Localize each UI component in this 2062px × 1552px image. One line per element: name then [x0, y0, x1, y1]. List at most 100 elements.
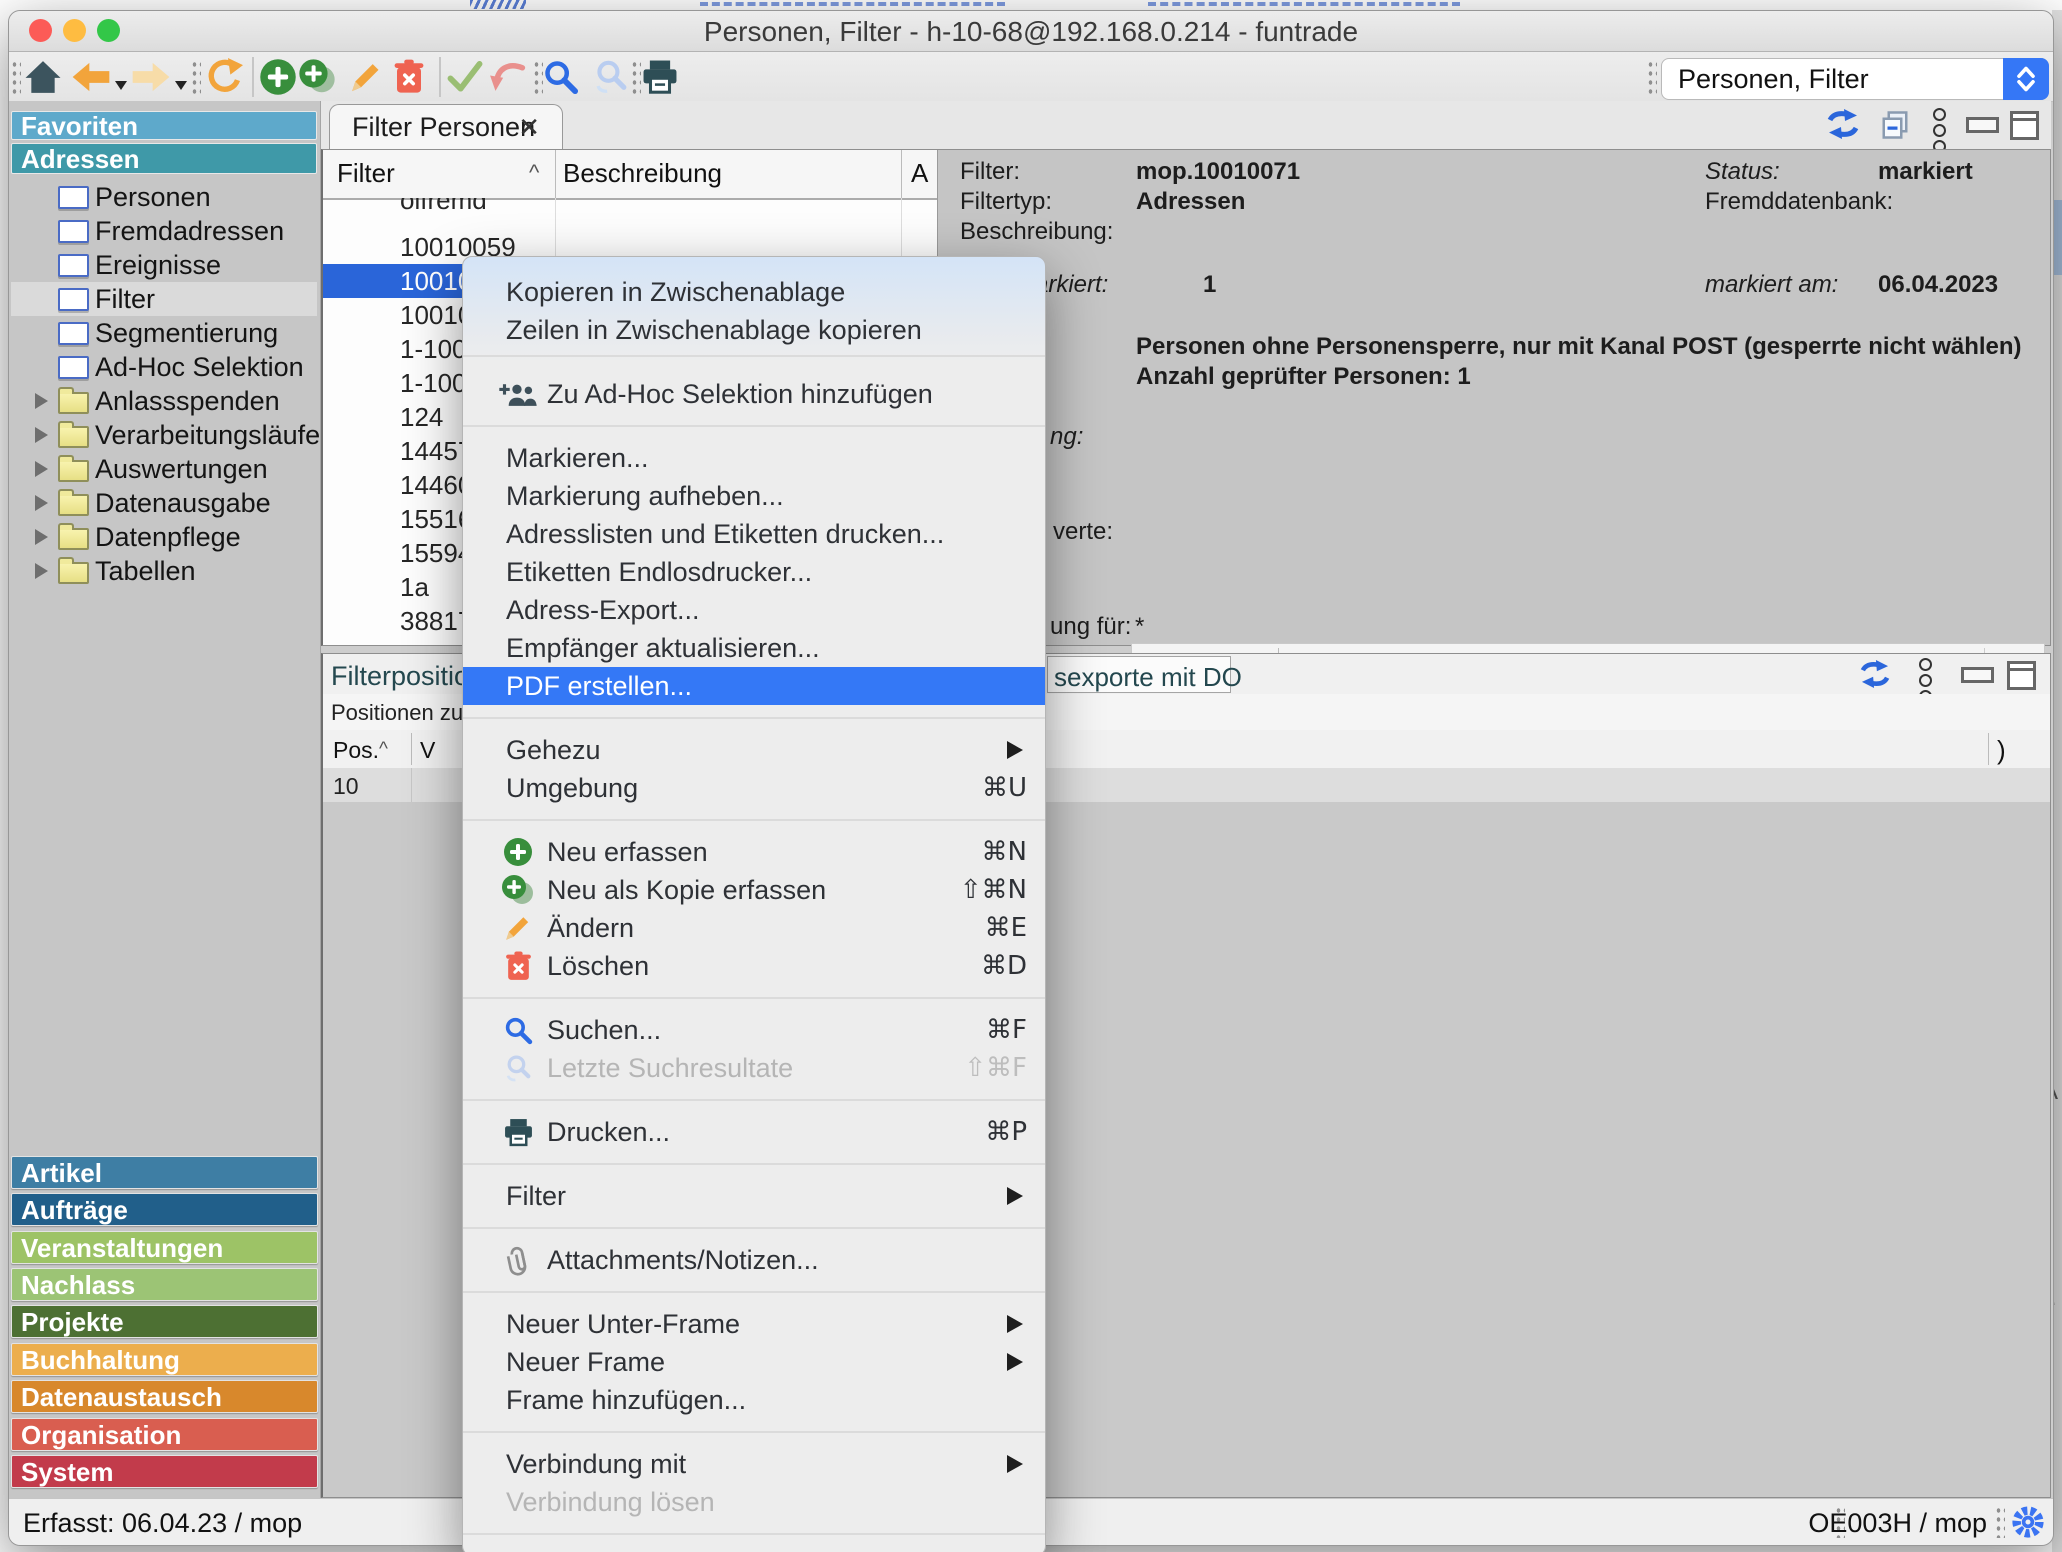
pane-duplicate-button[interactable] [1879, 110, 1911, 140]
pane-minimize-button[interactable] [1961, 667, 1994, 683]
sort-asc-icon[interactable]: ^ [529, 160, 539, 186]
column-divider[interactable] [411, 733, 412, 765]
print-button[interactable] [641, 56, 679, 98]
column-divider[interactable] [901, 150, 902, 198]
sort-asc-icon[interactable]: ^ [379, 739, 388, 761]
pane-refresh-button[interactable] [1858, 660, 1892, 688]
menu-item-drucken[interactable]: Drucken...⌘P [463, 1113, 1045, 1151]
menu-item-kopieren-in-zwischenablage[interactable]: Kopieren in Zwischenablage [463, 273, 1045, 311]
column-header-filter[interactable]: Filter [337, 158, 395, 189]
view-selector-stepper[interactable] [2003, 58, 2049, 100]
close-tab-icon[interactable]: ✕ [518, 105, 540, 150]
back-button[interactable] [71, 56, 127, 98]
sidebar-module-auftraege[interactable]: Aufträge [11, 1193, 318, 1226]
sidebar-module-system[interactable]: System [11, 1455, 318, 1488]
column-divider[interactable] [1988, 733, 1989, 765]
sidebar-item-verarbeitungslaeufe[interactable]: Verarbeitungsläufe [11, 418, 317, 452]
forward-history-dropdown-icon[interactable] [175, 81, 187, 90]
column-header-pos[interactable]: Pos. [333, 737, 379, 764]
sidebar-item-personen[interactable]: Personen [11, 180, 317, 214]
zoom-window-button[interactable] [97, 19, 120, 42]
new-as-copy-button[interactable] [297, 56, 337, 98]
sidebar-item-ad-hoc-selektion[interactable]: Ad-Hoc Selektion [11, 350, 317, 384]
menu-item-adresslisten-und-etiketten-drucken[interactable]: Adresslisten und Etiketten drucken... [463, 515, 1045, 553]
search-button[interactable] [543, 56, 579, 98]
sidebar-item-segmentierung[interactable]: Segmentierung [11, 316, 317, 350]
sidebar-module-buchhaltung[interactable]: Buchhaltung [11, 1343, 318, 1376]
sidebar-item-tabellen[interactable]: Tabellen [11, 554, 317, 588]
column-header-beschreibung[interactable]: Beschreibung [563, 158, 722, 189]
edit-button[interactable] [347, 56, 383, 98]
menu-item-neuer-unter-frame[interactable]: Neuer Unter-Frame [463, 1305, 1045, 1343]
menu-item-gehezu[interactable]: Gehezu [463, 731, 1045, 769]
menu-item-frame-hinzufuegen[interactable]: Frame hinzufügen... [463, 1381, 1045, 1419]
refresh-button[interactable] [205, 56, 243, 98]
disclosure-triangle-icon[interactable] [35, 427, 48, 443]
column-header-paren[interactable]: ) [1997, 735, 2006, 766]
disclosure-triangle-icon[interactable] [35, 461, 48, 477]
tab-filter-personen[interactable]: Filter Personen ✕ [329, 104, 563, 149]
bottom-right-tab[interactable]: sexporte mit DO [1047, 656, 1231, 693]
menu-item-neu-erfassen[interactable]: Neu erfassen⌘N [463, 833, 1045, 871]
undo-button[interactable] [487, 56, 527, 98]
menu-item-verbindung-loesen[interactable]: Verbindung lösen [463, 1483, 1045, 1521]
sidebar-section-favoriten[interactable]: Favoriten [11, 111, 317, 140]
menu-item-verbindung-mit[interactable]: Verbindung mit [463, 1445, 1045, 1483]
table-row[interactable]: oifremd [323, 198, 937, 229]
menu-item-zeilen-in-zwischenablage-kopieren[interactable]: Zeilen in Zwischenablage kopieren [463, 311, 1045, 349]
home-button[interactable] [23, 56, 63, 98]
menu-item-pdf-erstellen[interactable]: PDF erstellen... [463, 667, 1045, 705]
delete-button[interactable] [393, 56, 425, 98]
menu-item-markieren[interactable]: Markieren... [463, 439, 1045, 477]
settings-button[interactable] [2011, 1505, 2045, 1544]
menu-item-adress-export[interactable]: Adress-Export... [463, 591, 1045, 629]
sidebar-item-ereignisse[interactable]: Ereignisse [11, 248, 317, 282]
menu-item-markierung-aufheben[interactable]: Markierung aufheben... [463, 477, 1045, 515]
minimize-window-button[interactable] [63, 19, 86, 42]
sidebar-item-datenausgabe[interactable]: Datenausgabe [11, 486, 317, 520]
sidebar-module-artikel[interactable]: Artikel [11, 1156, 318, 1189]
disclosure-triangle-icon[interactable] [35, 495, 48, 511]
back-history-dropdown-icon[interactable] [115, 81, 127, 90]
title-bar[interactable]: Personen, Filter - h-10-68@192.168.0.214… [9, 11, 2053, 52]
menu-item-zu-ad-hoc-selektion-hinzufuegen[interactable]: Zu Ad-Hoc Selektion hinzufügen [463, 375, 1045, 413]
pane-minimize-button[interactable] [1966, 117, 1999, 133]
toolbar-drag-handle[interactable] [11, 60, 21, 94]
confirm-button[interactable] [447, 56, 483, 98]
sidebar-item-auswertungen[interactable]: Auswertungen [11, 452, 317, 486]
sidebar-section-adressen[interactable]: Adressen [11, 143, 317, 174]
toolbar-drag-handle[interactable] [1647, 60, 1657, 94]
menu-item-neuer-frame[interactable]: Neuer Frame [463, 1343, 1045, 1381]
sidebar-item-filter[interactable]: Filter [11, 282, 317, 316]
sidebar-item-fremdadressen[interactable]: Fremdadressen [11, 214, 317, 248]
column-header-a[interactable]: A [911, 158, 928, 189]
menu-item-suchen[interactable]: Suchen...⌘F [463, 1011, 1045, 1049]
menu-item-umgebung[interactable]: Umgebung⌘U [463, 769, 1045, 807]
menu-item-loeschen[interactable]: Löschen⌘D [463, 947, 1045, 985]
menu-item-etiketten-endlosdrucker[interactable]: Etiketten Endlosdrucker... [463, 553, 1045, 591]
menu-item-neu-als-kopie-erfassen[interactable]: Neu als Kopie erfassen⇧⌘N [463, 871, 1045, 909]
pane-maximize-button[interactable] [2010, 111, 2039, 140]
disclosure-triangle-icon[interactable] [35, 563, 48, 579]
menu-item-filter[interactable]: Filter [463, 1177, 1045, 1215]
sidebar-module-organisation[interactable]: Organisation [11, 1418, 318, 1451]
last-search-results-button[interactable] [593, 56, 629, 98]
sidebar-module-veranstaltungen[interactable]: Veranstaltungen [11, 1231, 318, 1264]
close-window-button[interactable] [29, 19, 52, 42]
disclosure-triangle-icon[interactable] [35, 393, 48, 409]
menu-item-aendern[interactable]: Ändern⌘E [463, 909, 1045, 947]
sidebar-module-datenaustausch[interactable]: Datenaustausch [11, 1380, 318, 1413]
menu-item-letzte-suchresultate[interactable]: Letzte Suchresultate⇧⌘F [463, 1049, 1045, 1087]
column-header-v[interactable]: V [420, 737, 435, 764]
new-record-button[interactable] [259, 56, 297, 98]
forward-button[interactable] [131, 56, 187, 98]
sidebar-module-projekte[interactable]: Projekte [11, 1305, 318, 1338]
sidebar-item-datenpflege[interactable]: Datenpflege [11, 520, 317, 554]
menu-item-attachments-notizen[interactable]: Attachments/Notizen... [463, 1241, 1045, 1279]
view-selector[interactable]: Personen, Filter [1661, 58, 2049, 100]
menu-item-empfaenger-aktualisieren[interactable]: Empfänger aktualisieren... [463, 629, 1045, 667]
sidebar-item-anlassspenden[interactable]: Anlassspenden [11, 384, 317, 418]
disclosure-triangle-icon[interactable] [35, 529, 48, 545]
column-divider[interactable] [555, 150, 556, 198]
pane-refresh-button[interactable] [1825, 109, 1861, 139]
